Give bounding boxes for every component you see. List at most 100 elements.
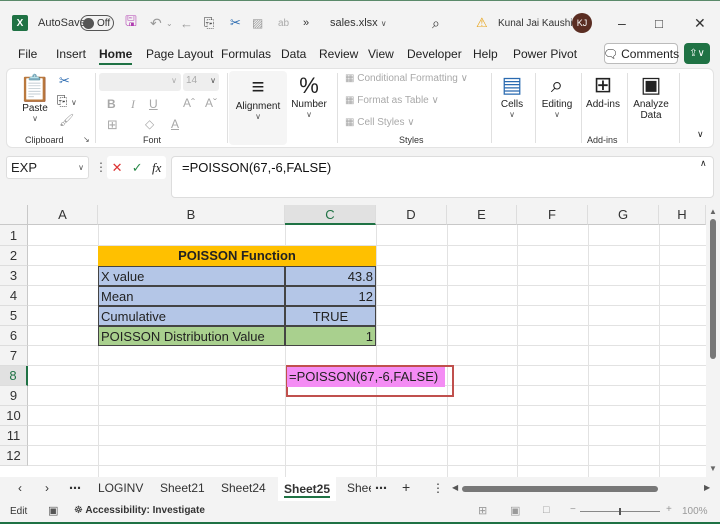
back-arrow-icon[interactable]: ←	[180, 13, 193, 33]
copy-icon[interactable]: ⎘ ∨	[57, 93, 77, 109]
vertical-scrollbar[interactable]: ▲ ▼	[706, 205, 720, 477]
tab-insert[interactable]: Insert	[56, 47, 86, 61]
font-size-select[interactable]: 14 ∨	[183, 73, 219, 91]
column-header-f[interactable]: F	[517, 205, 588, 225]
vertical-scroll-thumb[interactable]	[710, 219, 716, 359]
column-header-a[interactable]: A	[28, 205, 98, 225]
prev-sheet-icon[interactable]: ‹	[18, 481, 22, 495]
save-icon[interactable]: 🖫	[125, 13, 137, 33]
dialog-launcher-icon[interactable]: ↘	[83, 135, 90, 144]
filename[interactable]: sales.xlsx ∨	[330, 13, 387, 33]
tab-power-pivot[interactable]: Power Pivot	[513, 47, 577, 61]
number-button[interactable]: % Number ∨	[289, 73, 329, 119]
formula-input[interactable]: =POISSON(67,-6,FALSE)	[171, 156, 714, 198]
column-header-e[interactable]: E	[447, 205, 517, 225]
row-header-8[interactable]: 8	[0, 366, 28, 386]
spelling-icon[interactable]: ab	[278, 13, 289, 33]
scroll-down-icon[interactable]: ▼	[709, 464, 717, 473]
tab-developer[interactable]: Developer	[407, 47, 462, 61]
column-header-b[interactable]: B	[98, 205, 285, 225]
accessibility-button[interactable]: ☸ Accessibility: Investigate	[74, 505, 205, 516]
fill-color-icon[interactable]: ◇	[145, 117, 154, 131]
collapse-ribbon-icon[interactable]: ∨	[697, 129, 704, 140]
row-header-11[interactable]: 11	[0, 426, 28, 446]
next-sheet-icon[interactable]: ›	[45, 481, 49, 495]
row-header-2[interactable]: 2	[0, 246, 28, 266]
x-value-cell[interactable]: 43.8	[285, 266, 376, 286]
scroll-left-icon[interactable]: ◀	[452, 483, 458, 492]
scroll-right-icon[interactable]: ▶	[704, 483, 710, 492]
add-ins-button[interactable]: ⊞ Add-ins	[583, 71, 623, 110]
row-header-10[interactable]: 10	[0, 406, 28, 426]
column-header-c[interactable]: C	[285, 205, 376, 225]
zoom-out-icon[interactable]: −	[570, 504, 576, 515]
italic-icon[interactable]: I	[131, 97, 135, 112]
zoom-in-icon[interactable]: +	[666, 504, 672, 515]
cumulative-label[interactable]: Cumulative	[98, 306, 285, 326]
row-header-12[interactable]: 12	[0, 446, 28, 466]
bold-icon[interactable]: B	[107, 97, 116, 111]
avatar[interactable]: KJ	[572, 13, 592, 33]
normal-view-icon[interactable]: ⊞	[478, 504, 487, 517]
column-header-g[interactable]: G	[588, 205, 659, 225]
more-commands-icon[interactable]: »	[303, 13, 309, 33]
tab-review[interactable]: Review	[319, 47, 358, 61]
undo-dropdown-icon[interactable]: ⌄	[166, 13, 173, 33]
row-header-6[interactable]: 6	[0, 326, 28, 346]
x-value-label[interactable]: X value	[98, 266, 285, 286]
share-button[interactable]: ⇪∨	[684, 43, 710, 64]
more-options-icon[interactable]: ⋮	[95, 160, 107, 174]
font-name-select[interactable]: ∨	[99, 73, 181, 91]
cumulative-cell[interactable]: TRUE	[285, 306, 376, 326]
column-header-h[interactable]: H	[659, 205, 706, 225]
underline-icon[interactable]: U	[149, 97, 158, 111]
zoom-slider-handle[interactable]	[619, 508, 621, 515]
close-icon[interactable]: ✕	[694, 13, 706, 33]
name-box[interactable]: EXP ∨	[6, 156, 89, 179]
sheet-tab-loginv[interactable]: LOGINV	[98, 481, 143, 495]
spreadsheet-grid[interactable]: A B C D E F G H 1 2 3 4 5 6 7 8 9 10 11 12 POISSON …	[0, 205, 706, 477]
sheet-tab-truncated[interactable]: Shee	[347, 481, 371, 495]
tab-view[interactable]: View	[368, 47, 394, 61]
decrease-font-icon[interactable]: Aˇ	[205, 96, 217, 110]
tab-home[interactable]: Home	[99, 47, 133, 65]
zoom-slider[interactable]	[580, 508, 660, 515]
analyze-data-button[interactable]: ▣ Analyze Data	[629, 71, 673, 121]
more-sheets-icon[interactable]: ⋯	[69, 481, 81, 495]
row-header-4[interactable]: 4	[0, 286, 28, 306]
sheet-tab-sheet24[interactable]: Sheet24	[221, 481, 266, 495]
alignment-button[interactable]: ≡ Alignment ∨	[229, 71, 287, 145]
mean-cell[interactable]: 12	[285, 286, 376, 306]
active-cell-editor[interactable]: =POISSON(67,-6,FALSE)	[287, 367, 445, 387]
conditional-formatting-button[interactable]: ▦ Conditional Formatting ∨	[345, 73, 468, 84]
undo-icon[interactable]: ↶	[150, 13, 162, 33]
sheet-options-icon[interactable]: ⋮	[432, 481, 444, 495]
row-header-3[interactable]: 3	[0, 266, 28, 286]
comments-button[interactable]: 🗨 Comments	[603, 43, 679, 64]
horizontal-scrollbar[interactable]: ◀ ▶	[450, 482, 718, 496]
image-icon[interactable]: ▨	[252, 13, 263, 33]
select-all-button[interactable]	[0, 205, 28, 225]
mean-label[interactable]: Mean	[98, 286, 285, 306]
page-break-view-icon[interactable]: □	[543, 504, 550, 516]
enter-icon[interactable]: ✓	[132, 160, 143, 176]
minimize-icon[interactable]: –	[618, 13, 626, 33]
row-header-1[interactable]: 1	[0, 225, 28, 246]
more-sheets-icon[interactable]: ⋯	[375, 481, 387, 495]
tab-formulas[interactable]: Formulas	[221, 47, 271, 61]
autosave-toggle[interactable]: Off	[80, 13, 114, 33]
row-header-9[interactable]: 9	[0, 386, 28, 406]
cells-button[interactable]: ▤ Cells ∨	[493, 71, 531, 119]
editing-button[interactable]: ⌕ Editing ∨	[537, 71, 577, 119]
row-header-7[interactable]: 7	[0, 346, 28, 366]
add-sheet-icon[interactable]: +	[402, 479, 410, 495]
tab-help[interactable]: Help	[473, 47, 498, 61]
zoom-level[interactable]: 100%	[682, 506, 708, 517]
horizontal-scroll-thumb[interactable]	[462, 486, 658, 492]
poisson-result-cell[interactable]: 1	[285, 326, 376, 346]
column-header-d[interactable]: D	[376, 205, 447, 225]
format-as-table-button[interactable]: ▦ Format as Table ∨	[345, 95, 439, 106]
borders-icon[interactable]: ⊞	[107, 117, 118, 133]
paste-button[interactable]: 📋 Paste ∨	[17, 73, 53, 123]
copy-icon[interactable]: ⎘	[204, 13, 214, 33]
